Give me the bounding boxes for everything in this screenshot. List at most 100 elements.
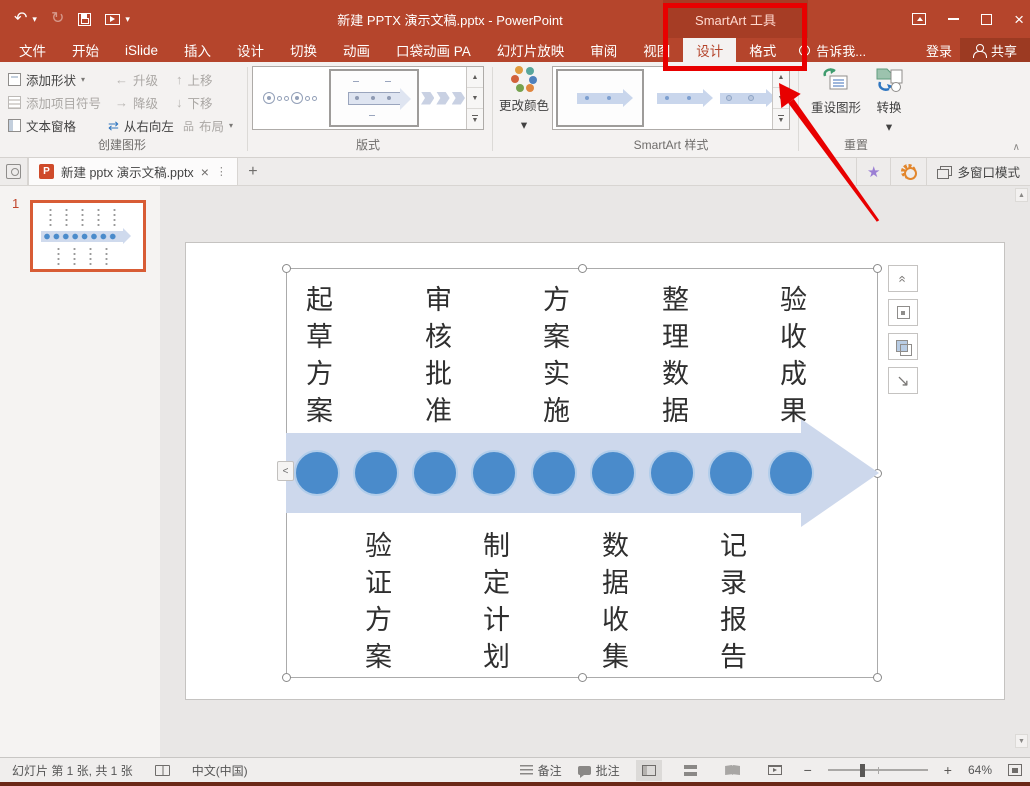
change-colors-button[interactable]: 更改颜色 ▾ bbox=[496, 66, 552, 132]
smartart-circle[interactable] bbox=[412, 450, 458, 496]
customize-qat-icon[interactable]: ▾ bbox=[125, 14, 130, 24]
proofing-book-icon[interactable] bbox=[154, 764, 170, 776]
smartart-circle[interactable] bbox=[531, 450, 577, 496]
smartart-circle[interactable] bbox=[353, 450, 399, 496]
layout-button[interactable]: 品 布局 ▾ bbox=[183, 116, 233, 135]
zoom-out-button[interactable]: − bbox=[804, 762, 812, 778]
sign-in-button[interactable]: 登录 bbox=[926, 38, 952, 62]
layout-thumb-circle-timeline[interactable] bbox=[255, 69, 325, 127]
language-indicator[interactable]: 中文(中国) bbox=[192, 762, 248, 779]
layout-thumb-basic-timeline-selected[interactable] bbox=[329, 69, 419, 127]
center-object-button[interactable] bbox=[888, 299, 918, 326]
gallery-more-icon[interactable]: ▼ bbox=[467, 109, 483, 129]
gallery-up-icon[interactable]: ▲ bbox=[467, 67, 483, 88]
tab-pocket-animation[interactable]: 口袋动画 PA bbox=[383, 38, 484, 62]
undo-dropdown-icon[interactable]: ▾ bbox=[32, 14, 37, 24]
history-icon bbox=[6, 164, 21, 179]
resize-handle-se[interactable] bbox=[873, 673, 882, 682]
move-down-button[interactable]: ↓ 下移 bbox=[176, 93, 213, 112]
slide[interactable]: 起草方案 审核批准 方案实施 整理数据 验收成果 验证方案 制定计划 数据收集 … bbox=[185, 242, 1005, 700]
text-pane-toggle-button[interactable]: < bbox=[277, 461, 294, 481]
zoom-percentage[interactable]: 64% bbox=[968, 763, 992, 777]
add-shape-button[interactable]: 添加形状 ▾ bbox=[8, 70, 85, 89]
smartart-top-label[interactable]: 审核批准 bbox=[418, 285, 454, 433]
tab-menu-icon[interactable]: ⋮ bbox=[216, 165, 227, 178]
tab-design[interactable]: 设计 bbox=[224, 38, 277, 62]
text-pane-button[interactable]: 文本窗格 bbox=[8, 116, 76, 135]
smartart-bottom-label[interactable]: 记录报告 bbox=[713, 531, 749, 679]
smartart-bottom-label[interactable]: 验证方案 bbox=[358, 531, 394, 679]
slideshow-view-button[interactable] bbox=[762, 760, 788, 781]
scroll-up-icon[interactable]: ▲ bbox=[1015, 188, 1028, 202]
smartart-bottom-label[interactable]: 制定计划 bbox=[476, 531, 512, 679]
zoom-in-button[interactable]: + bbox=[944, 762, 952, 778]
smartart-top-label[interactable]: 整理数据 bbox=[655, 285, 691, 433]
resize-handle-sw[interactable] bbox=[282, 673, 291, 682]
fit-slide-to-window-icon[interactable] bbox=[1008, 764, 1022, 776]
promote-button[interactable]: ← 升级 bbox=[115, 70, 158, 89]
right-to-left-button[interactable]: ⇄ 从右向左 bbox=[108, 116, 174, 135]
ribbon-display-options-icon[interactable] bbox=[912, 13, 927, 25]
smartart-circle[interactable] bbox=[708, 450, 754, 496]
resize-handle-s[interactable] bbox=[578, 673, 587, 682]
tab-home[interactable]: 开始 bbox=[59, 38, 112, 62]
smartart-top-label[interactable]: 验收成果 bbox=[773, 285, 809, 433]
add-bullet-button[interactable]: 添加项目符号 bbox=[8, 93, 101, 112]
smartart-circle[interactable] bbox=[590, 450, 636, 496]
zoom-slider-knob[interactable] bbox=[859, 763, 865, 777]
smartart-circle[interactable] bbox=[471, 450, 517, 496]
tab-insert[interactable]: 插入 bbox=[171, 38, 224, 62]
comments-button[interactable]: 批注 bbox=[577, 762, 620, 779]
maximize-icon[interactable] bbox=[981, 13, 993, 25]
scroll-down-icon[interactable]: ▼ bbox=[1015, 734, 1028, 748]
resize-handle-n[interactable] bbox=[578, 264, 587, 273]
title-bar: ↶ ▾ ↻ ▾ 新建 PPTX 演示文稿.pptx - PowerPoint S… bbox=[0, 0, 1030, 38]
normal-view-button[interactable] bbox=[635, 759, 662, 781]
tab-slideshow[interactable]: 幻灯片放映 bbox=[484, 38, 578, 62]
collapse-toolbar-button[interactable]: « bbox=[888, 265, 918, 292]
minimize-icon[interactable] bbox=[948, 18, 960, 20]
person-icon bbox=[972, 43, 987, 58]
smartart-bottom-label[interactable]: 数据收集 bbox=[595, 531, 631, 679]
smartart-circle[interactable] bbox=[768, 450, 814, 496]
tab-animations[interactable]: 动画 bbox=[330, 38, 383, 62]
move-up-button[interactable]: ↑ 上移 bbox=[176, 70, 213, 89]
new-document-tab-button[interactable]: + bbox=[238, 158, 268, 185]
overlap-shapes-button[interactable] bbox=[888, 333, 918, 360]
tab-file[interactable]: 文件 bbox=[6, 38, 59, 62]
recent-files-button[interactable] bbox=[0, 158, 28, 185]
plugin-settings-button[interactable] bbox=[890, 158, 926, 185]
resize-tool-button[interactable]: ↘ bbox=[888, 367, 918, 394]
save-icon[interactable] bbox=[78, 12, 92, 26]
undo-icon[interactable]: ↶ bbox=[14, 11, 27, 27]
slide-thumbnail[interactable] bbox=[30, 200, 146, 272]
diagonal-arrow-icon: ↘ bbox=[896, 372, 910, 390]
style-thumb-selected[interactable] bbox=[556, 69, 644, 127]
document-tab-active[interactable]: P 新建 pptx 演示文稿.pptx × ⋮ bbox=[28, 158, 238, 185]
reading-view-button[interactable] bbox=[720, 760, 746, 781]
tab-close-icon[interactable]: × bbox=[201, 164, 209, 180]
smartart-top-label[interactable]: 方案实施 bbox=[536, 285, 572, 433]
start-slideshow-icon[interactable] bbox=[105, 13, 121, 25]
collapse-ribbon-icon[interactable]: ∧ bbox=[1013, 142, 1020, 153]
vertical-scrollbar[interactable]: ▲ ▼ bbox=[1015, 188, 1028, 748]
share-button[interactable]: 共享 bbox=[960, 38, 1030, 62]
demote-button[interactable]: → 降级 bbox=[115, 93, 158, 112]
tab-transitions[interactable]: 切换 bbox=[277, 38, 330, 62]
tab-review[interactable]: 审阅 bbox=[577, 38, 630, 62]
gallery-down-icon[interactable]: ▼ bbox=[467, 88, 483, 109]
close-icon[interactable]: × bbox=[1014, 11, 1024, 28]
smartart-circle[interactable] bbox=[294, 450, 340, 496]
redo-icon[interactable]: ↻ bbox=[51, 11, 64, 27]
resize-handle-nw[interactable] bbox=[282, 264, 291, 273]
tab-islide[interactable]: iSlide bbox=[112, 38, 171, 62]
zoom-slider[interactable] bbox=[827, 763, 928, 777]
multi-window-mode-button[interactable]: 多窗口模式 bbox=[926, 158, 1030, 185]
layout-thumb-chevron-process[interactable] bbox=[421, 69, 467, 127]
notes-button[interactable]: 备注 bbox=[519, 762, 562, 779]
slide-sorter-view-button[interactable] bbox=[678, 760, 704, 781]
smartart-top-label[interactable]: 起草方案 bbox=[299, 285, 335, 433]
smartart-circle[interactable] bbox=[649, 450, 695, 496]
style-thumb-subtle[interactable] bbox=[648, 69, 713, 127]
resize-handle-ne[interactable] bbox=[873, 264, 882, 273]
